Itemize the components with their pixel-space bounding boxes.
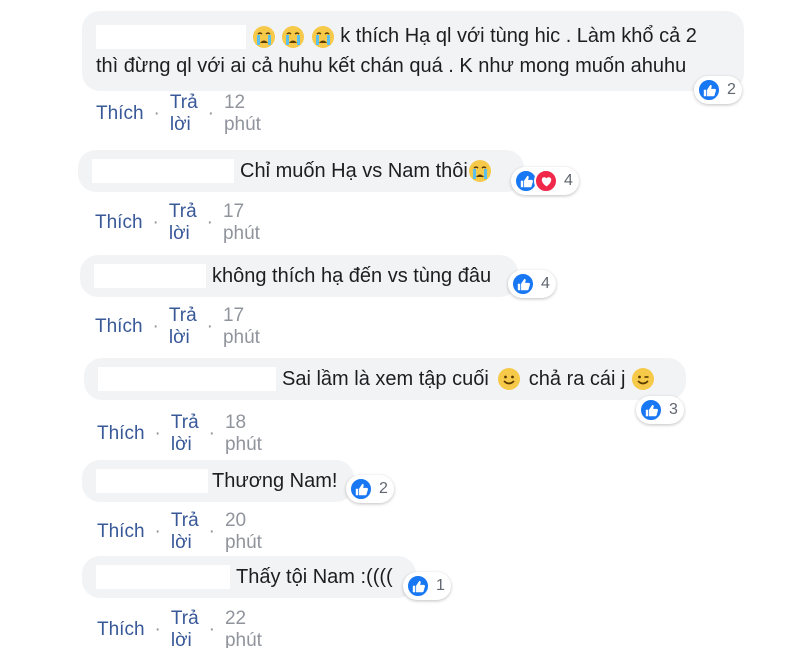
redacted-author-name xyxy=(94,264,206,288)
redacted-author-name xyxy=(96,24,246,49)
reaction-summary[interactable]: 2 xyxy=(346,475,394,503)
comment-bubble: Chỉ muốn Hạ vs Nam thôi xyxy=(78,150,524,192)
crying-face-icon xyxy=(468,159,492,183)
like-link[interactable]: Thích xyxy=(95,316,143,338)
separator: · xyxy=(152,316,159,337)
separator: · xyxy=(208,619,215,640)
comment-bubble: không thích hạ đến vs tùng đâu xyxy=(80,255,518,297)
like-link[interactable]: Thích xyxy=(97,619,145,641)
reply-link[interactable]: Trả lời xyxy=(171,412,199,456)
comment-text: Chỉ muốn Hạ vs Nam thôi xyxy=(240,159,468,182)
reaction-summary[interactable]: 4 xyxy=(508,270,556,298)
comment-text: Thấy tội Nam :(((( xyxy=(236,565,393,588)
comment-bubble: Thương Nam! xyxy=(82,460,354,502)
crying-face-icon xyxy=(281,25,305,49)
separator: · xyxy=(207,103,214,124)
comment-bubble: Sai lầm là xem tập cuối chả ra cái j xyxy=(84,358,686,400)
comment-actions: Thích · Trả lời · 22 phút xyxy=(97,608,262,648)
redacted-author-name xyxy=(92,159,234,183)
comment-text: chả ra cái j xyxy=(528,367,626,390)
timestamp[interactable]: 20 phút xyxy=(225,510,262,554)
comment-body: k thích Hạ ql với tùng hic . Làm khổ cả … xyxy=(96,21,697,81)
like-icon xyxy=(639,398,663,422)
crying-face-icon xyxy=(252,25,276,49)
reaction-count: 2 xyxy=(727,81,736,98)
like-icon xyxy=(511,272,535,296)
comment-actions: Thích · Trả lời · 17 phút xyxy=(95,201,260,245)
comment-text: Sai lầm là xem tập cuối xyxy=(282,367,489,390)
reaction-summary[interactable]: 2 xyxy=(694,76,742,104)
comment-text: k thích Hạ ql với tùng hic . Làm khổ cả … xyxy=(340,25,697,47)
comment-bubble: Thấy tội Nam :(((( xyxy=(82,556,416,598)
comment-text: thì đừng ql với ai cả huhu kết chán quá … xyxy=(96,55,687,77)
redacted-author-name xyxy=(96,469,208,493)
winking-face-icon xyxy=(631,367,655,391)
like-link[interactable]: Thích xyxy=(96,103,144,125)
reaction-summary[interactable]: 4 xyxy=(511,167,579,195)
reply-link[interactable]: Trả lời xyxy=(169,201,197,245)
comment-actions: Thích · Trả lời · 18 phút xyxy=(97,412,262,456)
comment-text: Thương Nam! xyxy=(212,469,338,492)
reaction-summary[interactable]: 1 xyxy=(403,572,451,600)
crying-face-icon xyxy=(311,25,335,49)
reaction-count: 3 xyxy=(669,401,678,418)
comment-text: không thích hạ đến vs tùng đâu xyxy=(212,264,492,287)
timestamp[interactable]: 22 phút xyxy=(225,608,262,648)
separator: · xyxy=(152,212,159,233)
like-link[interactable]: Thích xyxy=(95,212,143,234)
comment-actions: Thích · Trả lời · 12 phút xyxy=(96,92,261,136)
reply-link[interactable]: Trả lời xyxy=(171,608,199,648)
timestamp[interactable]: 17 phút xyxy=(223,201,260,245)
separator: · xyxy=(206,316,213,337)
separator: · xyxy=(206,212,213,233)
love-icon xyxy=(534,169,558,193)
separator: · xyxy=(154,619,161,640)
comment-actions: Thích · Trả lời · 20 phút xyxy=(97,510,262,554)
separator: · xyxy=(153,103,160,124)
reply-link[interactable]: Trả lời xyxy=(169,305,197,349)
timestamp[interactable]: 12 phút xyxy=(224,92,261,136)
redacted-author-name xyxy=(98,367,276,391)
reply-link[interactable]: Trả lời xyxy=(171,510,199,554)
like-icon xyxy=(406,574,430,598)
reaction-summary[interactable]: 3 xyxy=(636,396,684,424)
separator: · xyxy=(208,423,215,444)
timestamp[interactable]: 17 phút xyxy=(223,305,260,349)
like-link[interactable]: Thích xyxy=(97,521,145,543)
reaction-count: 1 xyxy=(436,577,445,594)
like-icon xyxy=(349,477,373,501)
like-link[interactable]: Thích xyxy=(97,423,145,445)
separator: · xyxy=(154,423,161,444)
separator: · xyxy=(154,521,161,542)
reply-link[interactable]: Trả lời xyxy=(170,92,198,136)
smiling-face-icon xyxy=(497,367,521,391)
separator: · xyxy=(208,521,215,542)
redacted-author-name xyxy=(96,565,230,589)
reaction-count: 2 xyxy=(379,480,388,497)
like-icon xyxy=(697,78,721,102)
comment-actions: Thích · Trả lời · 17 phút xyxy=(95,305,260,349)
timestamp[interactable]: 18 phút xyxy=(225,412,262,456)
comment-bubble: k thích Hạ ql với tùng hic . Làm khổ cả … xyxy=(82,11,744,91)
reaction-count: 4 xyxy=(564,172,573,189)
reaction-count: 4 xyxy=(541,275,550,292)
